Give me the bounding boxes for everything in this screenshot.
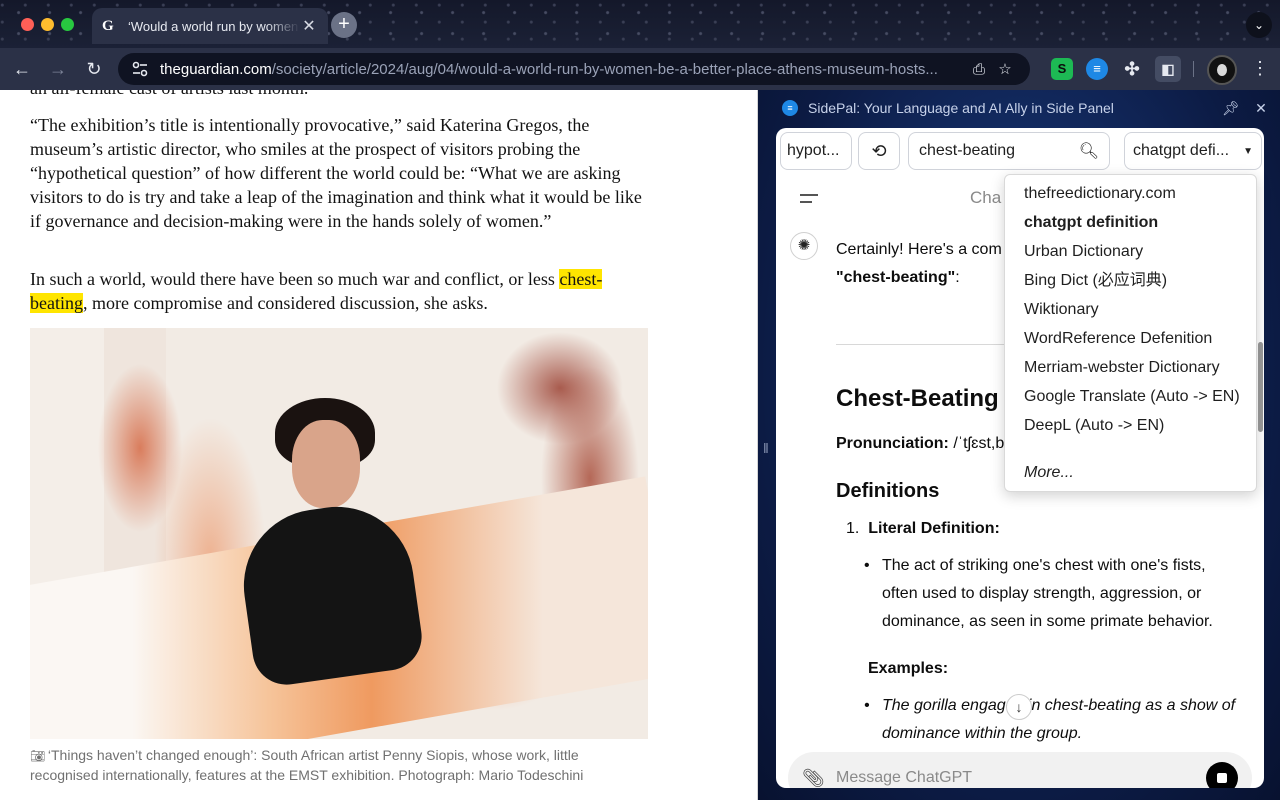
extensions-puzzle-icon[interactable]: ✣ (1121, 58, 1143, 80)
address-bar[interactable]: theguardian.com/society/article/2024/aug… (118, 53, 1030, 85)
dropdown-option[interactable]: Merriam-webster Dictionary (1005, 353, 1256, 382)
site-settings-icon[interactable] (130, 59, 150, 79)
guardian-favicon-icon: G (102, 18, 114, 34)
forward-arrow-icon[interactable]: → (45, 56, 71, 82)
new-tab-button[interactable]: + (331, 12, 357, 38)
tab-search-button[interactable]: ⌄ (1246, 12, 1272, 38)
tab-bar: G ‘Would a world run by women be a bette… (0, 0, 1280, 48)
tab-close-icon[interactable]: ✕ (300, 16, 318, 36)
stop-generating-button[interactable] (1206, 762, 1238, 788)
side-panel-toggle-icon[interactable]: ◧ (1155, 56, 1181, 82)
web-page-content: an all-female cast of artists last month… (0, 90, 758, 800)
dropdown-option-selected[interactable]: chatgpt definition (1005, 208, 1256, 237)
install-app-icon[interactable]: ⎙ (966, 61, 992, 78)
pin-icon[interactable]: 📌︎ (1220, 100, 1242, 117)
dropdown-option[interactable]: Urban Dictionary (1005, 237, 1256, 266)
item-number: 1. (846, 520, 860, 537)
tab-title: ‘Would a world run by women be a better … (128, 18, 300, 34)
panel-resize-handle[interactable]: ‖ (763, 440, 769, 456)
side-panel-title: SidePal: Your Language and AI Ally in Si… (808, 100, 1114, 116)
history-icon[interactable]: ⟲ (858, 132, 900, 170)
close-panel-icon[interactable]: ✕ (1250, 100, 1272, 117)
pronunciation-value: /ˈtʃɛst,b (948, 435, 1005, 452)
dropdown-option[interactable]: Bing Dict (必应词典) (1005, 266, 1256, 295)
close-window-button[interactable] (21, 18, 34, 31)
message-input[interactable] (836, 769, 1206, 787)
bookmark-star-icon[interactable]: ☆ (992, 60, 1018, 78)
term-heading: Chest-Beating (836, 385, 999, 412)
paragraph-text-after: , more compromise and considered discuss… (82, 293, 488, 313)
sidepal-logo-icon: ≡ (782, 100, 798, 116)
sidepal-extension-icon[interactable]: ≡ (1086, 58, 1108, 80)
article-cut-line: an all-female cast of artists last month… (30, 90, 650, 100)
dropdown-option[interactable]: WordReference Defenition (1005, 324, 1256, 353)
message-composer: 📎︎ (788, 752, 1252, 788)
browser-toolbar: ← → ↻ theguardian.com/society/article/20… (0, 48, 1280, 90)
profile-avatar[interactable] (1207, 55, 1237, 85)
photo-caption: 📷︎ ‘Things haven’t changed enough’: Sout… (30, 746, 650, 785)
article-photo (30, 328, 648, 739)
active-tab[interactable]: G ‘Would a world run by women be a bette… (92, 8, 328, 44)
search-icon[interactable]: 🔍︎ (1079, 141, 1099, 161)
article-paragraph-highlighted: In such a world, would there have been s… (30, 267, 650, 315)
definition-bullet: The act of striking one's chest with one… (864, 552, 1242, 636)
url-text: theguardian.com/society/article/2024/aug… (160, 61, 966, 78)
scroll-down-icon[interactable]: ↓ (1006, 694, 1032, 720)
camera-icon: 📷︎ (30, 749, 46, 763)
back-arrow-icon[interactable]: ← (9, 56, 35, 82)
intro-term: "chest-beating" (836, 269, 956, 286)
maximize-window-button[interactable] (61, 18, 74, 31)
pronunciation: Pronunciation: /ˈtʃɛst,b (836, 435, 1004, 453)
dropdown-option[interactable]: Google Translate (Auto -> EN) (1005, 382, 1256, 411)
dropdown-option[interactable]: Wiktionary (1005, 295, 1256, 324)
lookup-controls: hypot... ⟲ chest-beating 🔍︎ chatgpt defi… (780, 132, 1262, 172)
chatgpt-logo-icon: ✺ (790, 232, 818, 260)
search-box[interactable]: chest-beating 🔍︎ (908, 132, 1110, 170)
examples-label: Examples: (868, 660, 949, 677)
pronunciation-label: Pronunciation: (836, 435, 949, 452)
panel-scrollbar[interactable] (1258, 342, 1263, 432)
caption-text: ‘Things haven’t changed enough’: South A… (30, 747, 584, 783)
definitions-heading: Definitions (836, 480, 940, 502)
s-extension-icon[interactable]: S (1051, 58, 1073, 80)
minimize-window-button[interactable] (41, 18, 54, 31)
dropdown-option[interactable]: thefreedictionary.com (1005, 179, 1256, 208)
example-bullet: The gorilla engaged in chest-beating as … (864, 692, 1242, 748)
url-path: /society/article/2024/aug/04/would-a-wor… (271, 60, 938, 78)
source-select[interactable]: chatgpt defi... ▼ (1124, 132, 1262, 170)
chat-title[interactable]: Cha (970, 188, 1001, 208)
toolbar-divider (1193, 61, 1194, 77)
sidebar-menu-icon[interactable] (800, 194, 818, 208)
history-word-button[interactable]: hypot... (780, 132, 852, 170)
dropdown-option[interactable]: DeepL (Auto -> EN) (1005, 411, 1256, 440)
url-domain: theguardian.com (160, 60, 272, 78)
item-label: Literal Definition: (868, 520, 1000, 537)
chrome-menu-icon[interactable]: ⋮ (1250, 58, 1270, 79)
chevron-down-icon: ▼ (1243, 145, 1253, 157)
article-paragraph: “The exhibition’s title is intentionally… (30, 115, 642, 231)
search-input[interactable]: chest-beating (919, 142, 1079, 160)
intro-text: Certainly! Here's a com (836, 241, 1002, 258)
dropdown-more-option[interactable]: More... (1005, 458, 1256, 487)
paragraph-text-before: In such a world, would there have been s… (30, 269, 560, 289)
source-selected-value: chatgpt defi... (1133, 142, 1230, 159)
definition-item: 1. Literal Definition: (846, 520, 1000, 538)
reload-icon[interactable]: ↻ (81, 56, 107, 82)
attach-paperclip-icon[interactable]: 📎︎ (802, 768, 825, 789)
source-dropdown-menu: thefreedictionary.com chatgpt definition… (1004, 174, 1257, 492)
intro-colon: : (955, 269, 960, 286)
side-panel-header: ≡ SidePal: Your Language and AI Ally in … (782, 98, 1272, 118)
